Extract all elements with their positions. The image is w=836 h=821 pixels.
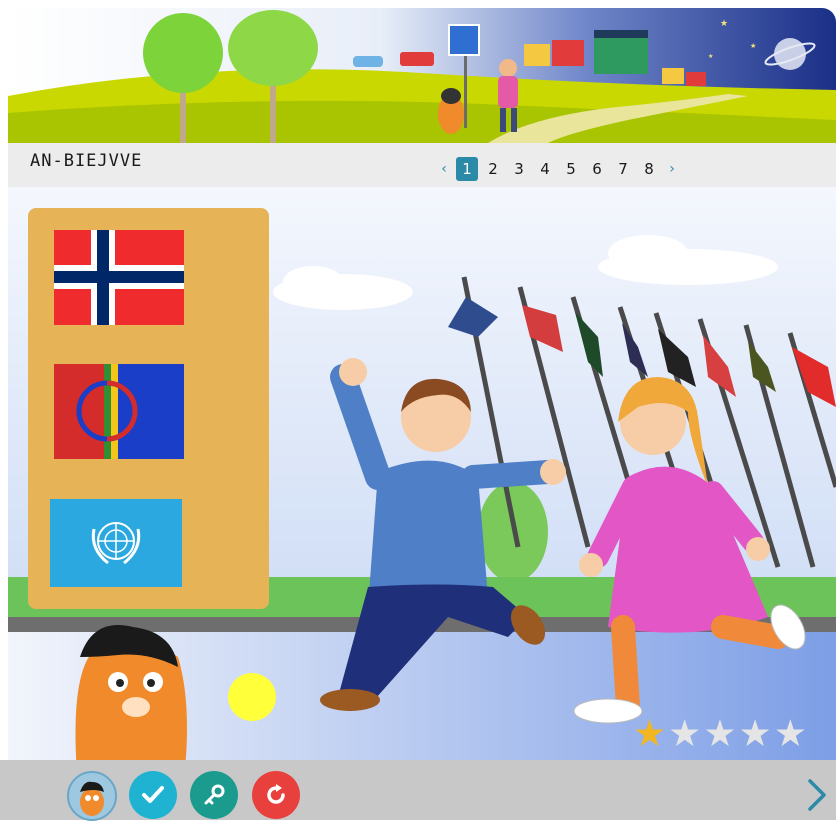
key-icon [204,784,225,805]
star-rating: ★ ★ ★ ★ ★ [633,715,807,753]
page-navigation: ‹ 1 2 3 4 5 6 7 8 › [436,157,680,181]
star-empty-icon: ★ [738,712,772,755]
page-button[interactable]: 2 [482,157,504,181]
car-icon [353,56,383,67]
svg-text:★: ★ [708,53,713,60]
flag-un[interactable] [50,499,182,591]
next-button[interactable] [806,778,828,816]
check-icon [142,786,164,803]
page-button[interactable]: 1 [456,157,478,181]
restart-icon [267,784,285,804]
page-button[interactable]: 5 [560,157,582,181]
flag-norway[interactable] [54,230,184,329]
star-empty-icon: ★ [703,712,737,755]
next-page-button[interactable]: › [664,157,680,181]
page-button[interactable]: 8 [638,157,660,181]
flag-panel [28,208,269,609]
star-empty-icon: ★ [773,712,807,755]
mascot-button[interactable] [67,771,117,821]
flag-norway-icon [54,230,184,325]
page-button[interactable]: 3 [508,157,530,181]
svg-text:★: ★ [720,19,728,29]
page-button[interactable]: 6 [586,157,608,181]
flag-sami[interactable] [54,364,184,463]
header-illustration: ★ ★ ★ [8,8,836,143]
lesson-title: AN-BIEJVVE [30,151,143,171]
prev-page-button[interactable]: ‹ [436,157,452,181]
check-button[interactable] [129,771,177,819]
svg-text:★: ★ [750,42,756,50]
chevron-right-icon [808,779,826,811]
ball-icon [228,673,276,721]
restart-button[interactable] [252,771,300,819]
mascot-icon [80,781,104,816]
star-filled-icon: ★ [633,712,667,755]
girl-icon [498,76,518,108]
flag-un-icon [50,499,182,587]
bus-icon [400,52,434,66]
school-sign-icon [448,24,480,56]
title-bar: AN-BIEJVVE ‹ 1 2 3 4 5 6 7 8 › [8,143,836,187]
header-banner: ★ ★ ★ [8,8,836,143]
page-button[interactable]: 7 [612,157,634,181]
key-button[interactable] [190,771,238,819]
bottom-toolbar [0,760,836,821]
page-button[interactable]: 4 [534,157,556,181]
flag-sami-icon [54,364,184,459]
star-empty-icon: ★ [668,712,702,755]
